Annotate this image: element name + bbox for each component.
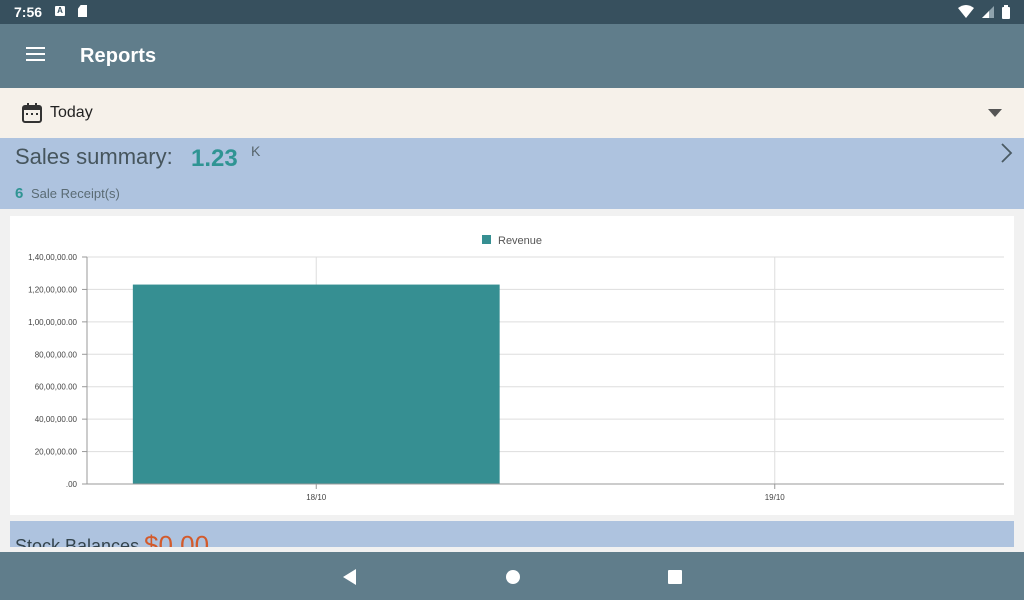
battery-icon	[1002, 5, 1010, 19]
home-circle-icon[interactable]	[502, 566, 524, 588]
sales-summary-card[interactable]: Sales summary: 1.23 K 6 Sale Receipt(s)	[0, 138, 1024, 209]
y-tick-label: 60,00,00.00	[35, 383, 78, 392]
y-tick-label: 1,00,00,00.00	[28, 318, 77, 327]
revenue-bar	[132, 284, 500, 484]
y-tick-label: 1,40,00,00.00	[28, 253, 77, 262]
chevron-right-icon[interactable]	[1000, 142, 1014, 164]
y-tick-label: 40,00,00.00	[35, 415, 78, 424]
system-nav-bar	[0, 552, 1024, 600]
y-tick-label: 1,20,00,00.00	[28, 285, 77, 294]
stock-balances-label: Stock Balances	[15, 536, 140, 547]
y-tick-label: 20,00,00.00	[35, 448, 78, 457]
revenue-chart-card: Revenue .00 20,00,00.00 40,00,00.00 60,00,00…	[10, 216, 1014, 515]
x-tick-label: 18/10	[306, 493, 327, 502]
revenue-bar-chart: Revenue .00 20,00,00.00 40,00,00.00 60,00,00…	[28, 235, 1004, 502]
y-tick-label: 80,00,00.00	[35, 350, 78, 359]
receipt-label: Sale Receipt(s)	[31, 186, 120, 201]
wifi-icon	[958, 5, 974, 18]
date-range-label: Today	[50, 104, 93, 121]
sales-summary-unit: K	[251, 143, 261, 159]
sd-card-icon	[78, 5, 87, 17]
stock-balances-value: $0.00	[144, 530, 210, 547]
receipt-count: 6	[15, 185, 24, 202]
page-title: Reports	[80, 45, 157, 67]
chevron-down-icon	[988, 109, 1002, 117]
legend-swatch	[482, 235, 491, 244]
status-right-icons	[958, 4, 1010, 20]
recents-square-icon[interactable]	[664, 566, 686, 588]
sales-summary-value: 1.23	[191, 145, 238, 172]
status-bar: 7:56 A	[0, 0, 1024, 24]
app-bar: Reports	[0, 24, 1024, 88]
stock-balances-card[interactable]: Stock Balances $0.00	[10, 521, 1014, 547]
legend-label: Revenue	[498, 235, 542, 247]
sales-summary-label: Sales summary:	[15, 144, 173, 169]
status-time: 7:56	[14, 4, 43, 20]
y-tick-label: .00	[66, 480, 78, 489]
calendar-icon	[22, 103, 42, 123]
hamburger-menu-icon[interactable]	[16, 44, 56, 68]
x-tick-label: 19/10	[765, 493, 786, 502]
notification-a-icon: A	[55, 6, 65, 16]
back-triangle-icon[interactable]	[340, 566, 362, 588]
date-range-dropdown[interactable]: Today	[0, 88, 1024, 138]
cell-signal-icon	[982, 6, 994, 18]
reports-screen: 7:56 A Reports Today Sales summary: 1.23	[0, 0, 1024, 600]
